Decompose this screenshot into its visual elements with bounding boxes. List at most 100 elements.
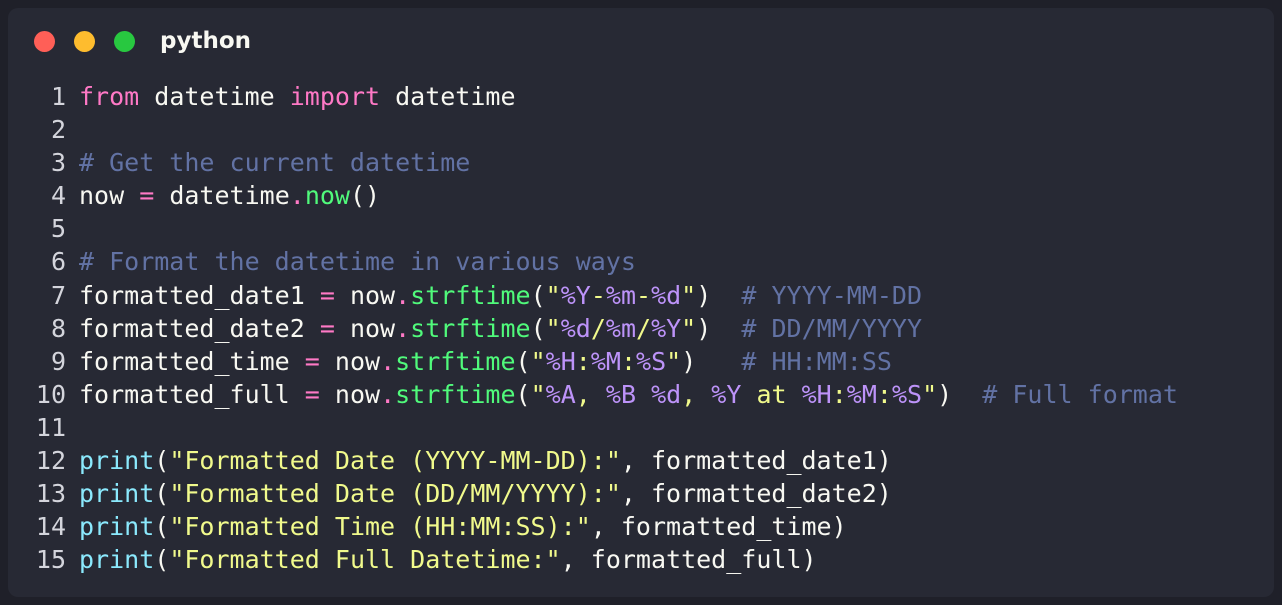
line-number: 13 <box>35 479 66 509</box>
code-token-string: "Formatted Date (DD/MM/YYYY):" <box>169 479 621 509</box>
code-token-plain: ) <box>696 280 742 310</box>
line-number: 11 <box>35 412 66 442</box>
code-token-plain: () <box>349 181 381 211</box>
code-text: print("Formatted Date (DD/MM/YYYY):", fo… <box>79 479 892 508</box>
line-number: 1 <box>50 82 66 111</box>
code-line[interactable]: 1 from datetime import datetime <box>8 80 1274 113</box>
code-token-plain: ) <box>696 313 742 343</box>
code-token-plain: ( <box>154 479 170 509</box>
maximize-button[interactable] <box>114 31 135 52</box>
line-number: 6 <box>50 247 66 277</box>
code-token-plain: , formatted_date2) <box>620 479 892 509</box>
code-token-plain: , formatted_time) <box>590 512 847 542</box>
code-text: # Format the datetime in various ways <box>79 247 636 276</box>
code-token-string: : <box>876 379 892 409</box>
code-token-string: , <box>681 379 712 409</box>
code-line[interactable]: 3 # Get the current datetime <box>8 146 1274 179</box>
code-text: print("Formatted Time (HH:MM:SS):", form… <box>79 512 847 541</box>
code-token-string: " <box>530 346 546 376</box>
code-token-string: "Formatted Time (HH:MM:SS):" <box>169 512 591 542</box>
code-text: print("Formatted Date (YYYY-MM-DD):", fo… <box>79 446 892 475</box>
code-token-string: " <box>545 280 561 310</box>
code-token-operator: . <box>380 346 396 376</box>
code-line[interactable]: 6 # Format the datetime in various ways <box>8 245 1274 278</box>
line-number: 7 <box>50 280 66 310</box>
code-token-plain: ( <box>154 512 170 542</box>
code-token-string: : <box>575 346 591 376</box>
line-number: 10 <box>35 379 66 409</box>
code-token-string: - <box>590 280 606 310</box>
code-window: python 1 from datetime import datetime 2 3 #… <box>8 8 1274 597</box>
code-token-plain: , formatted_full) <box>560 545 817 575</box>
code-token-format: %H <box>801 379 832 409</box>
code-token-operator: . <box>395 313 411 343</box>
code-token-format: %Y <box>560 280 591 310</box>
code-token-keyword: import <box>289 82 381 111</box>
code-token-format: %M <box>590 346 621 376</box>
code-line[interactable]: 13 print("Formatted Date (DD/MM/YYYY):", … <box>8 477 1274 510</box>
code-token-format: %B <box>605 379 636 409</box>
code-editor[interactable]: 1 from datetime import datetime 2 3 # Get th… <box>8 80 1274 576</box>
code-token-string: : <box>620 346 637 376</box>
code-text: formatted_date1 = now.strftime("%Y-%m-%d… <box>79 281 922 310</box>
code-line[interactable]: 2 <box>8 113 1274 146</box>
code-token-function: now <box>304 181 350 211</box>
code-line[interactable]: 5 <box>8 212 1274 245</box>
code-token-operator: = <box>139 181 155 211</box>
code-token-plain: now <box>79 181 140 211</box>
code-token-string: / <box>636 313 652 343</box>
code-token-format: %d <box>651 280 682 310</box>
code-line[interactable]: 10 formatted_full = now.strftime("%A, %B … <box>8 378 1274 411</box>
close-button[interactable] <box>34 31 55 52</box>
code-token-format: %m <box>605 280 636 310</box>
code-token-plain: ( <box>530 280 546 310</box>
line-number: 9 <box>50 346 66 376</box>
code-token-builtin: print <box>79 512 155 542</box>
code-text: from datetime import datetime <box>79 82 516 111</box>
code-token-plain: ( <box>154 545 170 575</box>
code-token-plain: now <box>334 280 396 310</box>
code-token-plain: ( <box>515 379 531 409</box>
code-token-string: " <box>545 313 561 343</box>
code-token-format: %Y <box>711 379 742 409</box>
line-number: 15 <box>35 545 66 575</box>
code-text: formatted_full = now.strftime("%A, %B %d… <box>79 380 1178 409</box>
code-token-operator: = <box>319 280 335 310</box>
code-token-plain: formatted_date2 <box>79 313 320 343</box>
code-token-plain: ( <box>530 313 546 343</box>
code-token-string: " <box>666 346 682 376</box>
code-line[interactable]: 12 print("Formatted Date (YYYY-MM-DD):", … <box>8 444 1274 477</box>
code-token-format: %m <box>605 313 636 343</box>
code-token-format: %M <box>846 379 877 409</box>
code-line[interactable]: 9 formatted_time = now.strftime("%H:%M:%S… <box>8 345 1274 378</box>
code-line[interactable]: 14 print("Formatted Time (HH:MM:SS):", fo… <box>8 510 1274 543</box>
code-token-builtin: print <box>79 446 155 476</box>
code-token-plain: ( <box>515 346 531 376</box>
code-text: print("Formatted Full Datetime:", format… <box>79 545 817 574</box>
code-line[interactable]: 4 now = datetime.now() <box>8 179 1274 212</box>
window-title: python <box>160 28 252 54</box>
code-token-format: %S <box>891 379 923 409</box>
code-token-plain: , formatted_date1) <box>620 446 892 476</box>
code-token-function: strftime <box>410 313 531 343</box>
code-line[interactable]: 11 <box>8 411 1274 444</box>
code-token-string: / <box>590 313 606 343</box>
code-token-function: strftime <box>395 346 516 376</box>
code-line[interactable]: 7 formatted_date1 = now.strftime("%Y-%m-%… <box>8 279 1274 312</box>
line-number: 3 <box>50 148 66 178</box>
code-token-comment: # HH:MM:SS <box>741 346 892 376</box>
code-token-format: %S <box>636 346 667 376</box>
code-token-keyword: from <box>79 82 140 111</box>
code-line[interactable]: 15 print("Formatted Full Datetime:", form… <box>8 543 1274 576</box>
code-token-string: " <box>681 280 697 310</box>
code-token-builtin: print <box>79 479 155 509</box>
code-token-plain: now <box>319 379 381 409</box>
code-token-string: " <box>922 379 938 409</box>
code-token-plain: datetime <box>154 181 290 211</box>
line-number: 14 <box>35 512 66 542</box>
minimize-button[interactable] <box>74 31 95 52</box>
code-token-format: %d <box>560 313 591 343</box>
code-token-comment: # YYYY-MM-DD <box>741 280 923 310</box>
line-number: 8 <box>50 313 66 343</box>
code-line[interactable]: 8 formatted_date2 = now.strftime("%d/%m/%… <box>8 312 1274 345</box>
